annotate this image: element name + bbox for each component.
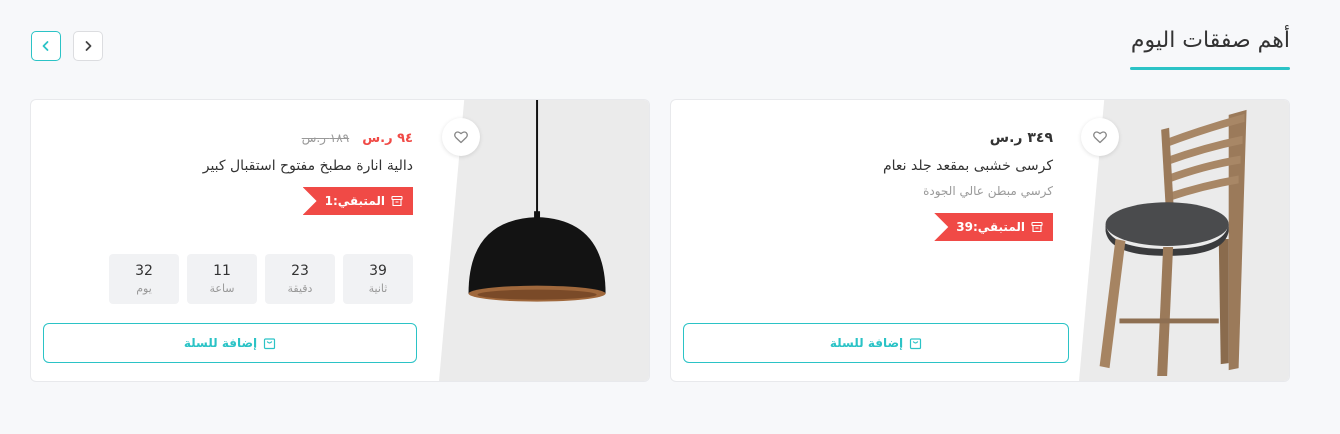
heart-icon (1093, 131, 1107, 144)
archive-box-icon (1031, 221, 1043, 233)
title-underline (1130, 67, 1290, 70)
product-price: ٣٤٩ ر.س (989, 130, 1053, 146)
remaining-label: المتبقي: (332, 194, 385, 208)
slider-next-button[interactable] (73, 31, 103, 61)
chevron-left-icon (42, 41, 49, 51)
product-subtitle: كرسي مبطن عالي الجودة (923, 184, 1053, 198)
product-name[interactable]: دالية انارة مطبخ مفتوح استقبال كبير (203, 158, 413, 174)
wishlist-button[interactable] (1081, 118, 1119, 156)
old-price: ١٨٩ ر.س (301, 131, 350, 145)
add-to-cart-label: إضافة للسلة (183, 336, 258, 350)
product-name[interactable]: كرسى خشبى بمقعد جلد نعام (883, 158, 1053, 174)
product-card-lamp[interactable]: ٩٤ ر.س ١٨٩ ر.س دالية انارة مطبخ مفتوح اس… (30, 99, 650, 382)
price-row: ٩٤ ر.س ١٨٩ ر.س (302, 127, 413, 146)
bag-icon (264, 337, 276, 349)
slider-prev-button[interactable] (31, 31, 61, 61)
countdown-value: 23 (291, 263, 309, 279)
remaining-label: المتبقي: (972, 220, 1025, 234)
archive-box-icon (391, 195, 403, 207)
countdown-unit: دقيقة (287, 282, 313, 295)
product-card-chair[interactable]: ٣٤٩ ر.س كرسى خشبى بمقعد جلد نعام كرسي مب… (670, 99, 1290, 382)
countdown-value: 11 (213, 263, 231, 279)
countdown-unit: ساعة (209, 282, 235, 295)
countdown-hours: 11 ساعة (187, 254, 257, 304)
countdown-timer: 32 يوم 11 ساعة 23 دقيقة 39 ثانية (109, 254, 413, 304)
countdown-unit: يوم (136, 282, 152, 295)
countdown-value: 32 (135, 263, 153, 279)
chevron-right-icon (85, 41, 92, 51)
price-row: ٣٤٩ ر.س (990, 127, 1053, 146)
add-to-cart-button[interactable]: إضافة للسلة (43, 323, 417, 363)
countdown-seconds: 39 ثانية (343, 254, 413, 304)
countdown-days: 32 يوم (109, 254, 179, 304)
sale-price: ٩٤ ر.س (362, 131, 413, 146)
wishlist-button[interactable] (442, 118, 480, 156)
remaining-stock-badge: المتبقي:39 (934, 213, 1053, 241)
countdown-minutes: 23 دقيقة (265, 254, 335, 304)
remaining-count: 1 (324, 194, 333, 208)
heart-icon (454, 131, 468, 144)
countdown-value: 39 (369, 263, 387, 279)
section-title: أهم صفقات اليوم (1130, 28, 1290, 53)
remaining-count: 39 (956, 220, 973, 234)
countdown-unit: ثانية (368, 282, 388, 295)
remaining-stock-badge: المتبقي:1 (302, 187, 413, 215)
bag-icon (910, 337, 922, 349)
add-to-cart-button[interactable]: إضافة للسلة (683, 323, 1069, 363)
add-to-cart-label: إضافة للسلة (829, 336, 904, 350)
